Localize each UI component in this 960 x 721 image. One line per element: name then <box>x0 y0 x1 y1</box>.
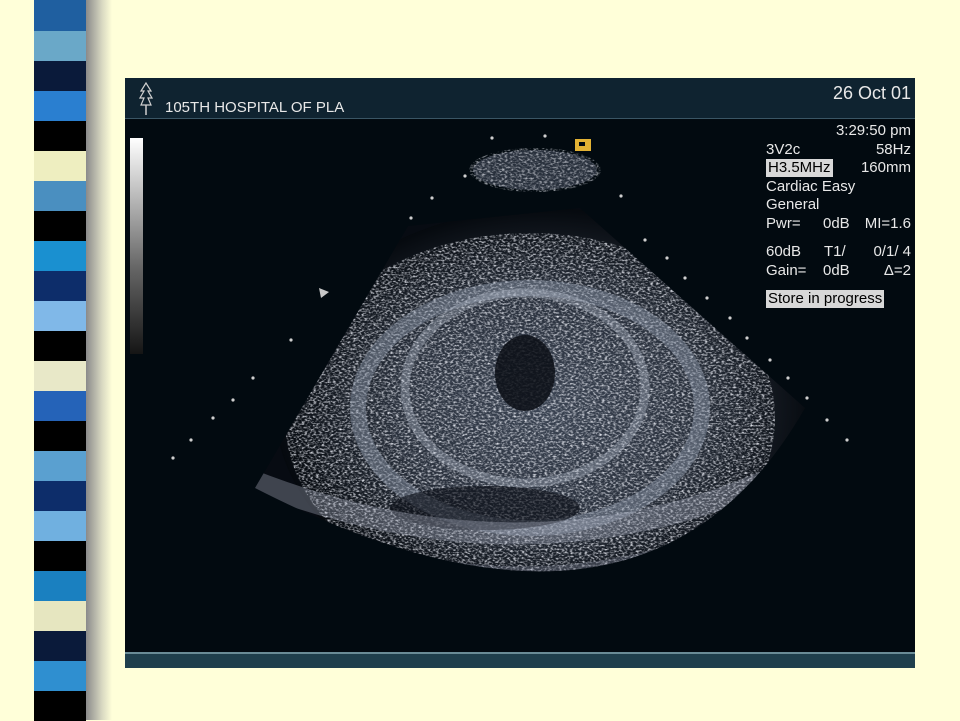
strip-block <box>34 240 86 271</box>
frequency-badge: H3.5MHz <box>766 159 833 177</box>
strip-block <box>34 0 86 31</box>
depth: 160mm <box>860 159 911 176</box>
strip-block <box>34 30 86 61</box>
gain-label: Gain= <box>766 261 807 279</box>
strip-block <box>34 420 86 451</box>
strip-block <box>34 330 86 361</box>
strip-block <box>34 120 86 151</box>
tissue-label: T1/ <box>824 243 846 260</box>
strip-block <box>34 450 86 481</box>
power-label: Pwr= <box>766 214 801 232</box>
strip-block <box>34 150 86 181</box>
power-value: 0dB <box>823 214 850 232</box>
orientation-marker-icon <box>575 139 591 151</box>
tissue-value: 0/1/ 4 <box>873 243 911 260</box>
strip-block <box>34 90 86 121</box>
parameter-panel: 3:29:50 pm 3V2c 58Hz H3.5MHz 160mm Cardi… <box>766 122 913 309</box>
strip-block <box>34 510 86 541</box>
strip-block <box>34 690 86 721</box>
probe-label: 3V2c <box>766 140 801 158</box>
strip-block <box>34 540 86 571</box>
strip-block <box>34 270 86 301</box>
mode: General <box>766 196 820 213</box>
near-field-echo <box>469 148 601 192</box>
strip-block <box>34 630 86 661</box>
focus-arrow-icon <box>319 288 329 298</box>
gain-value: 0dB <box>823 261 850 279</box>
delta-value: Δ=2 <box>883 261 911 279</box>
scan-footer <box>125 652 915 668</box>
preset: Cardiac Easy <box>766 177 856 195</box>
strip-block <box>34 660 86 691</box>
strip-block <box>34 360 86 391</box>
strip-block <box>34 210 86 241</box>
ultrasound-image: 105TH HOSPITAL OF PLA 26 Oct 01 3:29:50 … <box>125 78 915 668</box>
scan-time: 3:29:50 pm <box>835 122 911 139</box>
decorative-strip <box>0 0 112 721</box>
grayscale-bar <box>130 138 143 354</box>
frame-rate: 58Hz <box>875 140 911 158</box>
strip-block <box>34 180 86 211</box>
strip-block <box>34 480 86 511</box>
strip-shadow <box>86 0 112 720</box>
strip-block <box>34 300 86 331</box>
strip-block <box>34 390 86 421</box>
store-status-badge: Store in progress <box>766 290 885 308</box>
dynamic-range: 60dB <box>766 243 802 260</box>
strip-block <box>34 570 86 601</box>
strip-block <box>34 600 86 631</box>
strip-block <box>34 60 86 91</box>
mechanical-index: MI=1.6 <box>864 214 911 232</box>
